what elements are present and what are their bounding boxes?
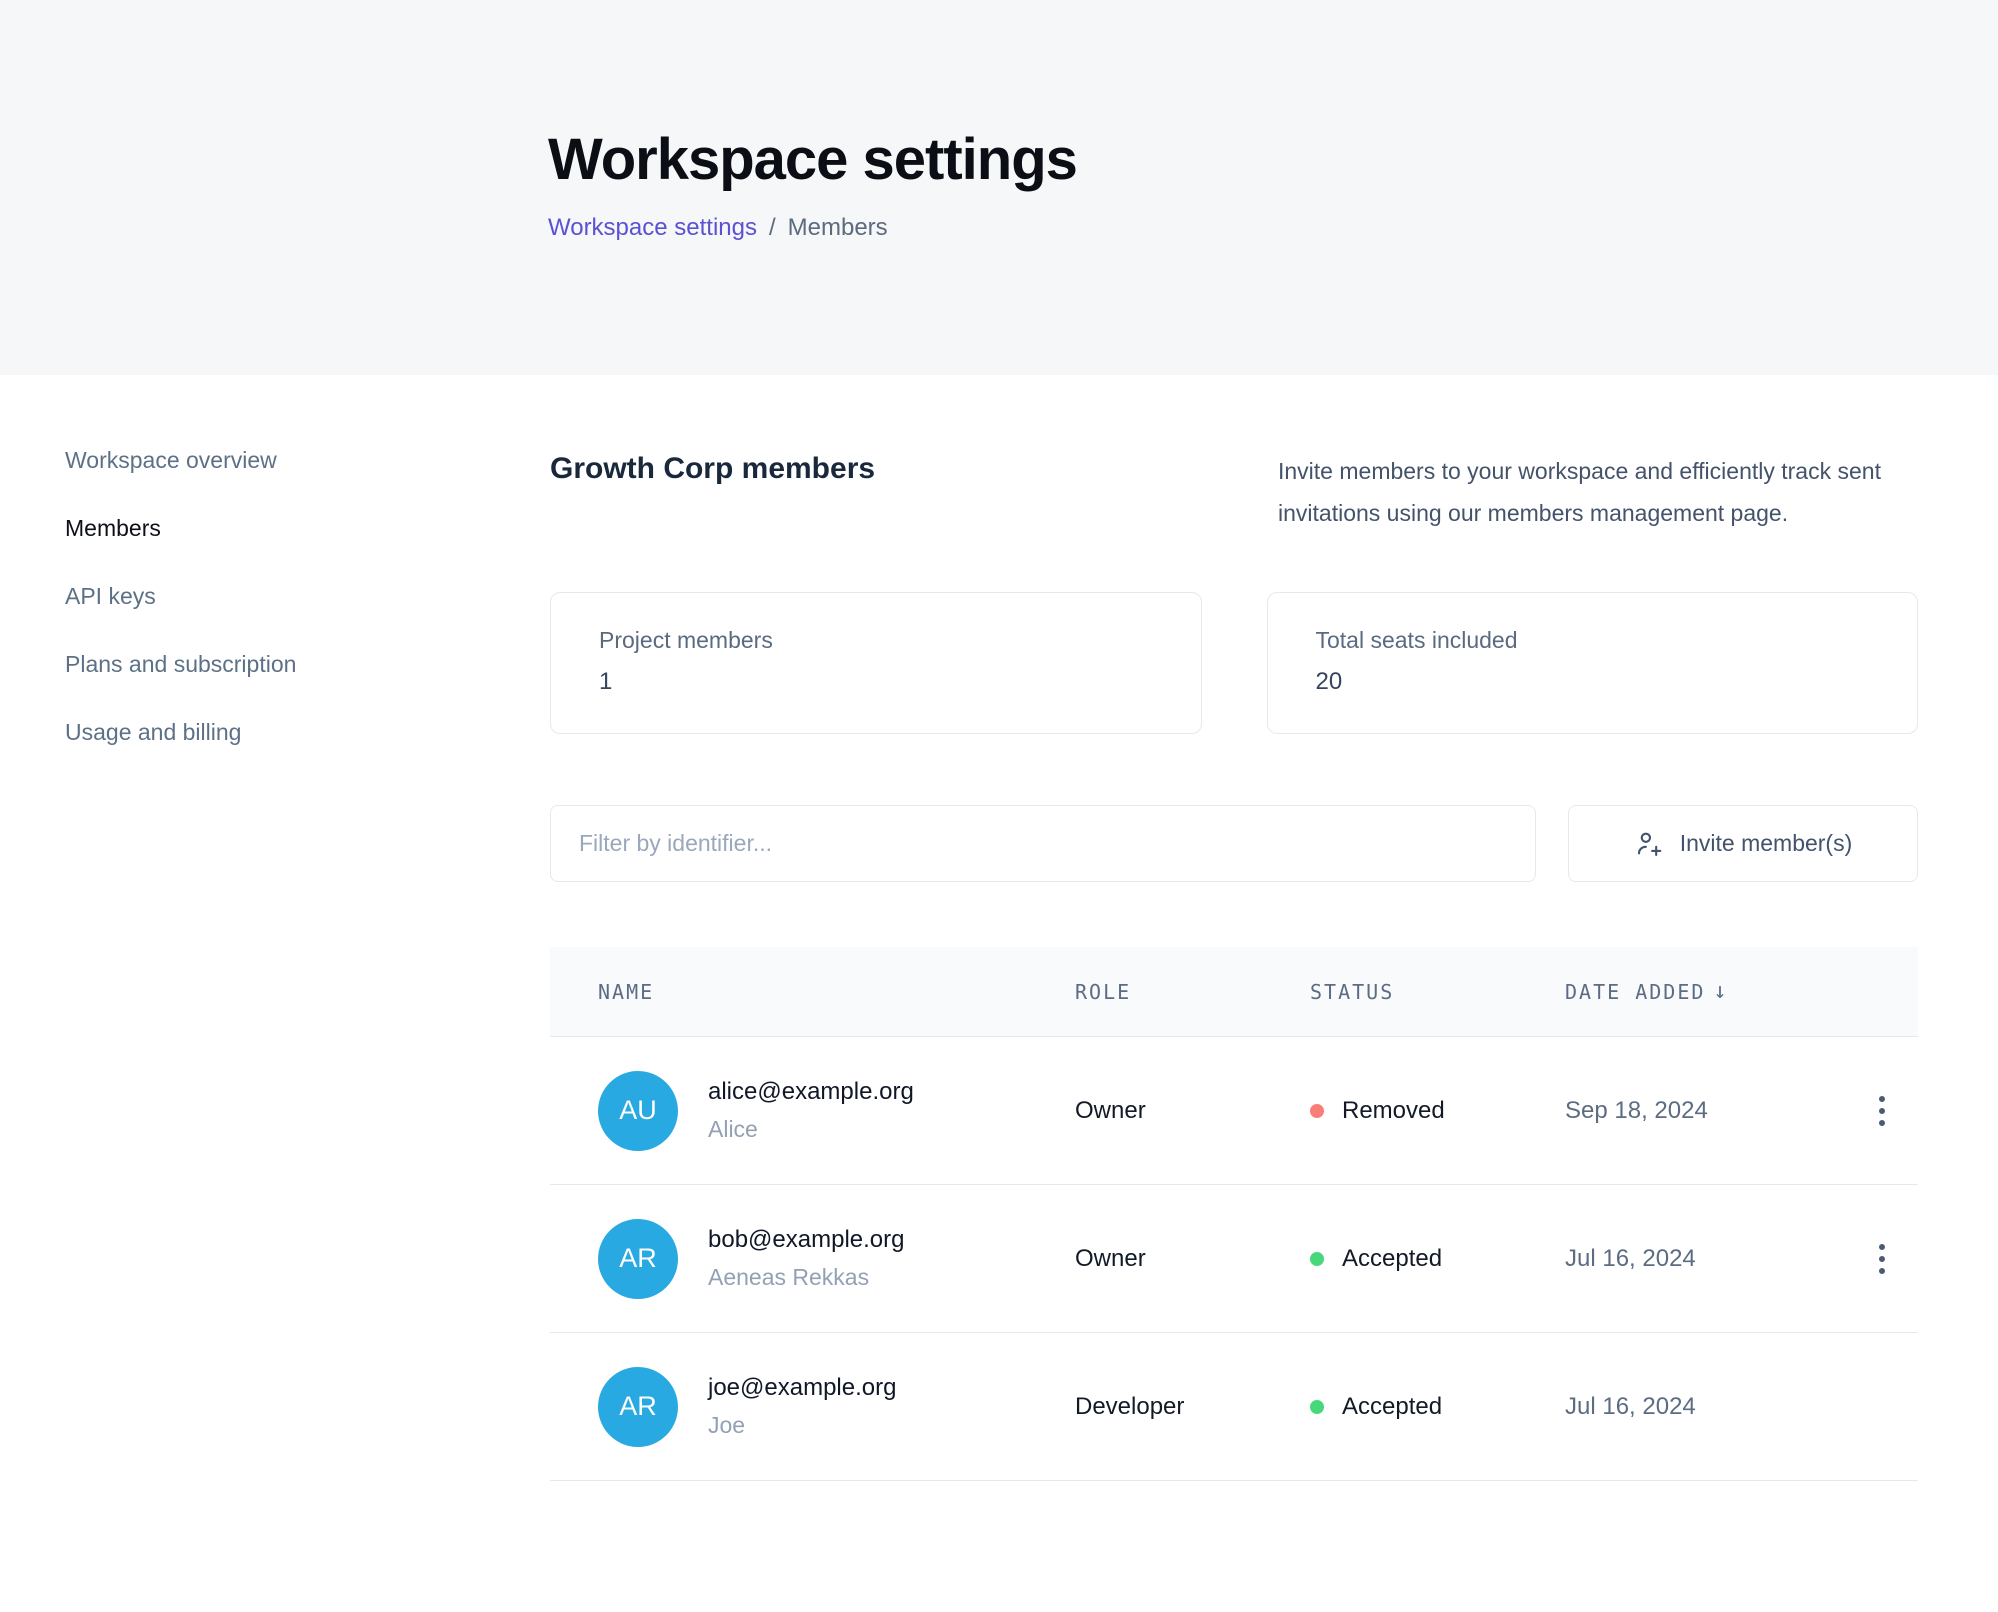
member-name: Joe bbox=[708, 1412, 896, 1439]
table-row: AR joe@example.org Joe Developer Accepte… bbox=[550, 1333, 1918, 1481]
member-date-added: Sep 18, 2024 bbox=[1565, 1097, 1845, 1125]
stat-label: Project members bbox=[599, 627, 1153, 654]
stats-row: Project members 1 Total seats included 2… bbox=[550, 592, 1918, 734]
sidebar-item-plans-and-subscription[interactable]: Plans and subscription bbox=[65, 651, 296, 678]
breadcrumb: Workspace settings / Members bbox=[548, 214, 1958, 242]
member-name: Aeneas Rekkas bbox=[708, 1264, 904, 1291]
content-area: Workspace overview Members API keys Plan… bbox=[0, 375, 1998, 1481]
sidebar-item-usage-and-billing[interactable]: Usage and billing bbox=[65, 719, 241, 746]
filter-row: Invite member(s) bbox=[550, 805, 1918, 882]
row-actions-kebab-icon[interactable] bbox=[1869, 1234, 1895, 1284]
stat-value: 20 bbox=[1316, 668, 1870, 696]
stat-card-total-seats: Total seats included 20 bbox=[1267, 592, 1919, 734]
column-header-name: NAME bbox=[598, 980, 1075, 1004]
person-plus-icon bbox=[1634, 829, 1664, 859]
members-section-description: Invite members to your workspace and eff… bbox=[1278, 450, 1918, 534]
column-header-role: ROLE bbox=[1075, 980, 1310, 1004]
status-dot-accepted bbox=[1310, 1400, 1324, 1414]
page-header: Workspace settings Workspace settings / … bbox=[0, 0, 1998, 375]
settings-sidebar: Workspace overview Members API keys Plan… bbox=[0, 375, 548, 787]
member-status: Accepted bbox=[1310, 1393, 1565, 1421]
member-identity-cell: AR bob@example.org Aeneas Rekkas bbox=[598, 1219, 1075, 1299]
member-date-added: Jul 16, 2024 bbox=[1565, 1393, 1845, 1421]
status-dot-removed bbox=[1310, 1104, 1324, 1118]
stat-card-project-members: Project members 1 bbox=[550, 592, 1202, 734]
breadcrumb-workspace-settings-link[interactable]: Workspace settings bbox=[548, 214, 757, 242]
member-date-added: Jul 16, 2024 bbox=[1565, 1245, 1845, 1273]
filter-by-identifier-input[interactable] bbox=[550, 805, 1536, 882]
avatar: AR bbox=[598, 1367, 678, 1447]
row-actions-kebab-icon[interactable] bbox=[1869, 1086, 1895, 1136]
sort-descending-icon: ↓ bbox=[1713, 979, 1726, 1004]
member-name: Alice bbox=[708, 1116, 914, 1143]
avatar: AU bbox=[598, 1071, 678, 1151]
page-title: Workspace settings bbox=[548, 128, 1958, 192]
members-table: NAME ROLE STATUS DATE ADDED ↓ AU alice@e… bbox=[550, 947, 1918, 1481]
member-role: Owner bbox=[1075, 1097, 1310, 1125]
status-dot-accepted bbox=[1310, 1252, 1324, 1266]
member-role: Owner bbox=[1075, 1245, 1310, 1273]
sidebar-item-members[interactable]: Members bbox=[65, 515, 161, 542]
member-role: Developer bbox=[1075, 1393, 1310, 1421]
stat-label: Total seats included bbox=[1316, 627, 1870, 654]
member-identity-cell: AR joe@example.org Joe bbox=[598, 1367, 1075, 1447]
member-status: Accepted bbox=[1310, 1245, 1565, 1273]
breadcrumb-separator: / bbox=[769, 214, 776, 242]
sidebar-item-api-keys[interactable]: API keys bbox=[65, 583, 156, 610]
member-email: joe@example.org bbox=[708, 1374, 896, 1402]
stat-value: 1 bbox=[599, 668, 1153, 696]
invite-members-button-label: Invite member(s) bbox=[1680, 830, 1853, 857]
members-section-heading: Growth Corp members bbox=[550, 450, 875, 486]
column-header-date-added[interactable]: DATE ADDED ↓ bbox=[1565, 979, 1845, 1004]
member-email: bob@example.org bbox=[708, 1226, 904, 1254]
member-identity-cell: AU alice@example.org Alice bbox=[598, 1071, 1075, 1151]
members-table-header: NAME ROLE STATUS DATE ADDED ↓ bbox=[550, 947, 1918, 1037]
members-intro-row: Growth Corp members Invite members to yo… bbox=[550, 450, 1918, 534]
table-row: AU alice@example.org Alice Owner Removed… bbox=[550, 1037, 1918, 1185]
member-email: alice@example.org bbox=[708, 1078, 914, 1106]
member-status: Removed bbox=[1310, 1097, 1565, 1125]
column-header-status: STATUS bbox=[1310, 980, 1565, 1004]
table-row: AR bob@example.org Aeneas Rekkas Owner A… bbox=[550, 1185, 1918, 1333]
breadcrumb-current-members: Members bbox=[788, 214, 888, 242]
invite-members-button[interactable]: Invite member(s) bbox=[1568, 805, 1918, 882]
sidebar-item-workspace-overview[interactable]: Workspace overview bbox=[65, 447, 277, 474]
avatar: AR bbox=[598, 1219, 678, 1299]
members-panel: Growth Corp members Invite members to yo… bbox=[548, 375, 1958, 1481]
